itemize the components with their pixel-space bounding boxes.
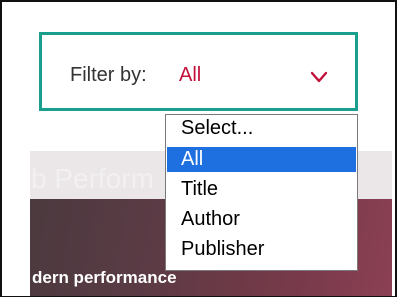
filter-dropdown-list[interactable]: Select... All Title Author Publisher [165,114,358,271]
option-author[interactable]: Author [167,207,356,232]
filter-select[interactable]: Filter by: All [39,32,358,111]
filter-selected-value: All [179,64,202,86]
option-select[interactable]: Select... [167,116,356,141]
filter-label: Filter by: [70,64,147,86]
option-all[interactable]: All [167,147,356,172]
banner-title: b Perform [31,163,154,194]
chevron-down-icon[interactable] [310,71,328,83]
option-publisher[interactable]: Publisher [167,237,356,262]
banner-subtitle: dern performance [32,268,177,287]
option-title[interactable]: Title [167,177,356,202]
